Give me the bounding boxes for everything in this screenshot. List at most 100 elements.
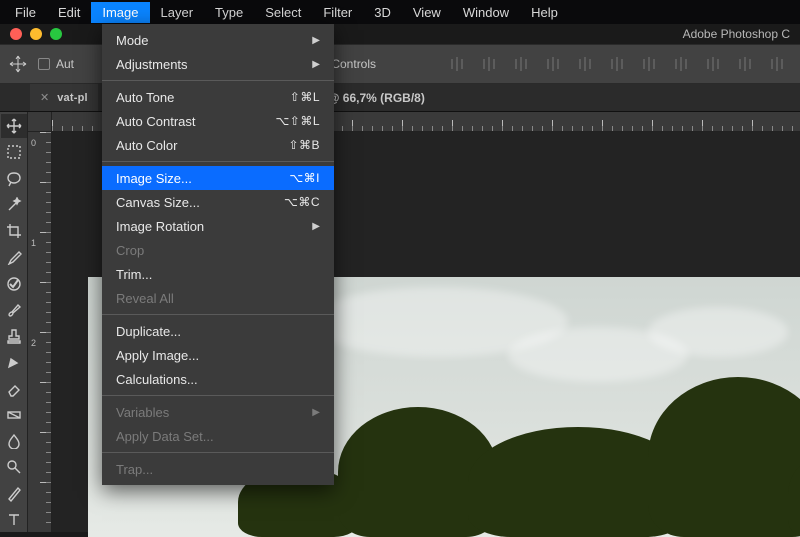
type-tool-button[interactable] [1, 508, 27, 532]
move-tool-button[interactable] [1, 114, 27, 138]
submenu-arrow-icon: ▶ [312, 221, 320, 232]
menu-edit[interactable]: Edit [47, 2, 91, 23]
align-icon[interactable] [480, 55, 498, 73]
submenu-arrow-icon: ▶ [312, 59, 320, 70]
menu-item-trap: Trap... [102, 457, 334, 481]
menu-file[interactable]: File [4, 2, 47, 23]
gradient-tool-button[interactable] [1, 403, 27, 427]
auto-select-checkbox[interactable]: Aut [38, 57, 74, 71]
brush-tool-button[interactable] [1, 298, 27, 322]
zoom-window-button[interactable] [50, 28, 62, 40]
menu-view[interactable]: View [402, 2, 452, 23]
menu-item-label: Canvas Size... [116, 195, 200, 210]
submenu-arrow-icon: ▶ [312, 35, 320, 46]
checkbox-icon [38, 58, 50, 70]
lasso-tool-button[interactable] [1, 167, 27, 191]
align-icon[interactable] [736, 55, 754, 73]
close-window-button[interactable] [10, 28, 22, 40]
menu-separator [102, 452, 334, 453]
menu-item-image-size[interactable]: Image Size... ⌥⌘I [102, 166, 334, 190]
menu-item-canvas-size[interactable]: Canvas Size... ⌥⌘C [102, 190, 334, 214]
ruler-label: 2 [31, 338, 36, 348]
submenu-arrow-icon: ▶ [312, 407, 320, 418]
menu-item-label: Auto Tone [116, 90, 174, 105]
menu-separator [102, 80, 334, 81]
menu-item-apply-image[interactable]: Apply Image... [102, 343, 334, 367]
align-icon[interactable] [448, 55, 466, 73]
menu-item-reveal-all: Reveal All [102, 286, 334, 310]
menu-item-label: Trap... [116, 462, 153, 477]
minimize-window-button[interactable] [30, 28, 42, 40]
align-icon[interactable] [608, 55, 626, 73]
pen-tool-button[interactable] [1, 482, 27, 506]
auto-select-label: Aut [56, 57, 74, 71]
menu-item-auto-color[interactable]: Auto Color⇧⌘B [102, 133, 334, 157]
menu-item-auto-contrast[interactable]: Auto Contrast⌥⇧⌘L [102, 109, 334, 133]
close-tab-icon[interactable]: ✕ [40, 91, 49, 104]
menu-item-label: Image Size... [116, 171, 192, 186]
align-buttons [448, 55, 792, 73]
menu-layer[interactable]: Layer [150, 2, 205, 23]
menu-type[interactable]: Type [204, 2, 254, 23]
document-tab[interactable]: ✕ vat-pl [30, 84, 98, 111]
menu-item-duplicate[interactable]: Duplicate... [102, 319, 334, 343]
menu-help[interactable]: Help [520, 2, 569, 23]
document-tab-filename: vat-pl [57, 92, 88, 104]
eyedropper-tool-button[interactable] [1, 245, 27, 269]
menu-item-shortcut: ⇧⌘B [288, 138, 320, 152]
crop-tool-button[interactable] [1, 219, 27, 243]
traffic-lights [0, 28, 62, 40]
ruler-label: 0 [31, 138, 36, 148]
marquee-tool-button[interactable] [1, 140, 27, 164]
toolbox [0, 112, 28, 532]
align-icon[interactable] [768, 55, 786, 73]
eraser-tool-button[interactable] [1, 377, 27, 401]
menu-item-trim[interactable]: Trim... [102, 262, 334, 286]
align-icon[interactable] [704, 55, 722, 73]
image-menu-dropdown: Mode ▶ Adjustments ▶ Auto Tone ⇧⌘L Auto Contra… [102, 24, 334, 485]
align-icon[interactable] [672, 55, 690, 73]
menu-3d[interactable]: 3D [363, 2, 402, 23]
stamp-tool-button[interactable] [1, 324, 27, 348]
menu-item-label: Adjustments [116, 57, 188, 72]
menu-item-label: Image Rotation [116, 219, 204, 234]
menu-item-label: Auto Contrast [116, 114, 196, 129]
menu-separator [102, 395, 334, 396]
menu-item-shortcut: ⇧⌘L [290, 90, 320, 104]
app-title: Adobe Photoshop C [683, 27, 790, 41]
ruler-vertical[interactable]: 0 1 2 [28, 132, 52, 532]
menu-separator [102, 314, 334, 315]
menu-item-auto-tone[interactable]: Auto Tone ⇧⌘L [102, 85, 334, 109]
ruler-label: 1 [31, 238, 36, 248]
menu-item-label: Variables [116, 405, 169, 420]
ruler-corner [28, 112, 52, 132]
wand-tool-button[interactable] [1, 193, 27, 217]
menu-item-label: Apply Image... [116, 348, 199, 363]
align-icon[interactable] [640, 55, 658, 73]
menu-item-label: Mode [116, 33, 149, 48]
menu-item-adjustments[interactable]: Adjustments ▶ [102, 52, 334, 76]
menubar: FileEditImageLayerTypeSelectFilter3DView… [0, 0, 800, 24]
menu-separator [102, 161, 334, 162]
menu-item-calculations[interactable]: Calculations... [102, 367, 334, 391]
align-icon[interactable] [576, 55, 594, 73]
align-icon[interactable] [512, 55, 530, 73]
menu-item-mode[interactable]: Mode ▶ [102, 28, 334, 52]
menu-window[interactable]: Window [452, 2, 520, 23]
menu-select[interactable]: Select [254, 2, 312, 23]
menu-item-apply-data-set: Apply Data Set... [102, 424, 334, 448]
menu-item-label: Duplicate... [116, 324, 181, 339]
menu-item-shortcut: ⌥⌘C [284, 195, 320, 209]
heal-tool-button[interactable] [1, 272, 27, 296]
blur-tool-button[interactable] [1, 429, 27, 453]
menu-item-shortcut: ⌥⌘I [289, 171, 320, 185]
menu-item-image-rotation[interactable]: Image Rotation ▶ [102, 214, 334, 238]
move-tool-icon[interactable] [8, 54, 28, 74]
menu-filter[interactable]: Filter [312, 2, 363, 23]
align-icon[interactable] [544, 55, 562, 73]
history-tool-button[interactable] [1, 350, 27, 374]
menu-item-label: Apply Data Set... [116, 429, 214, 444]
dodge-tool-button[interactable] [1, 455, 27, 479]
menu-image[interactable]: Image [91, 2, 149, 23]
menu-item-label: Reveal All [116, 291, 174, 306]
